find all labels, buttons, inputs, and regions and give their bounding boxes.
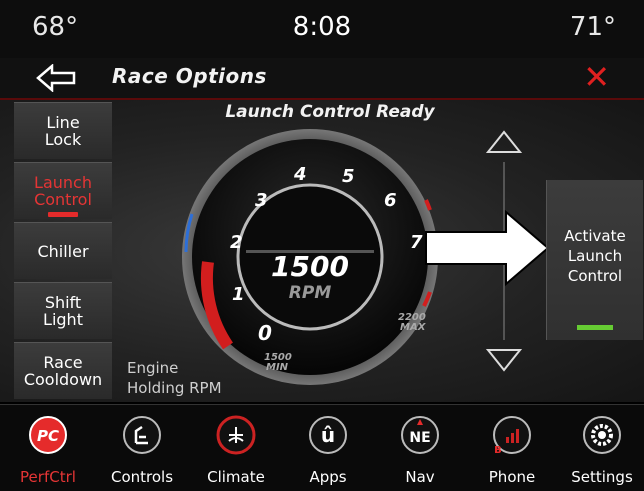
sidebar-item-label: Chiller <box>37 241 89 261</box>
title-bar: Race Options ✕ <box>0 58 644 100</box>
back-arrow-icon[interactable] <box>36 64 76 92</box>
nav-label: PerfCtrl <box>20 468 76 486</box>
nav-item-climate[interactable]: Climate <box>190 405 282 491</box>
tick-label: 4 <box>293 164 307 185</box>
nav-label: Nav <box>405 468 435 486</box>
nav-item-perfctrl[interactable]: PC PerfCtrl <box>2 405 94 491</box>
phone-icon: ʙ <box>493 416 531 455</box>
right-temperature[interactable]: 71° <box>570 12 616 42</box>
tick-label: 2 <box>230 232 243 253</box>
nav-label: Phone <box>488 468 536 486</box>
status-bar: 68° 8:08 71° <box>0 0 644 58</box>
tick-label: 1 <box>232 284 245 305</box>
arrow-up-icon[interactable] <box>486 130 522 153</box>
sidebar-item-race-cooldown[interactable]: Race Cooldown <box>14 342 112 399</box>
sidebar-item-label: Launch Control <box>34 173 92 209</box>
rpm-value: 1500 <box>271 250 349 283</box>
sidebar-item-chiller[interactable]: Chiller <box>14 222 112 279</box>
nav-item-settings[interactable]: Settings <box>556 405 644 491</box>
activate-label: Activate Launch Control <box>564 227 626 285</box>
min-text: MIN <box>266 362 289 373</box>
nav-item-phone[interactable]: ʙ Phone <box>466 405 558 491</box>
min-label-group: 1500 MIN <box>264 352 292 373</box>
engine-holding-label: Engine Holding RPM <box>127 359 222 397</box>
climate-icon <box>216 415 256 455</box>
max-text: MAX <box>400 322 427 333</box>
sidebar-item-label: Line Lock <box>44 113 82 149</box>
svg-text:ʙ: ʙ <box>494 442 502 455</box>
tick-label: 0 <box>258 321 272 345</box>
heated-seat-icon <box>123 416 161 454</box>
max-label-group: 2200 MAX <box>398 312 427 333</box>
nav-item-nav[interactable]: NE Nav <box>374 405 466 491</box>
active-indicator <box>48 212 78 217</box>
tachometer-gauge: 0 1 2 3 4 5 6 7 1500 RPM 1500 MIN 2200 M… <box>182 129 438 385</box>
sidebar-item-launch-control[interactable]: Launch Control <box>14 162 112 219</box>
close-icon[interactable]: ✕ <box>583 60 610 94</box>
svg-text:PC: PC <box>37 427 59 445</box>
nav-item-controls[interactable]: Controls <box>96 405 188 491</box>
nav-item-apps[interactable]: û Apps <box>282 405 374 491</box>
svg-text:û: û <box>321 423 335 447</box>
sidebar-item-shift-light[interactable]: Shift Light <box>14 282 112 339</box>
compass-icon: NE <box>401 416 439 454</box>
svg-text:NE: NE <box>409 430 430 446</box>
tick-label: 6 <box>384 190 397 211</box>
apps-icon: û <box>309 416 347 454</box>
nav-label: Settings <box>571 468 633 486</box>
nav-label: Climate <box>207 468 265 486</box>
activate-launch-control-button[interactable]: Activate Launch Control <box>546 180 643 340</box>
nav-label: Controls <box>110 468 174 486</box>
sidebar-item-label: Shift Light <box>43 293 83 329</box>
tick-label: 5 <box>342 166 355 187</box>
tick-label: 3 <box>255 190 268 211</box>
launch-status-title: Launch Control Ready <box>225 102 435 122</box>
arrow-down-icon[interactable] <box>486 349 522 372</box>
pc-icon: PC <box>29 416 67 454</box>
clock: 8:08 <box>292 12 352 42</box>
sidebar-item-line-lock[interactable]: Line Lock <box>14 102 112 159</box>
rpm-unit: RPM <box>289 283 332 303</box>
sidebar-item-label: Race Cooldown <box>23 353 103 389</box>
nav-label: Apps <box>309 468 347 486</box>
page-title: Race Options <box>112 64 267 88</box>
gear-icon <box>583 416 621 454</box>
ready-indicator <box>577 325 613 330</box>
pointer-arrow <box>425 209 550 287</box>
bottom-nav: PC PerfCtrl Controls Climate û Apps NE N… <box>0 404 644 491</box>
